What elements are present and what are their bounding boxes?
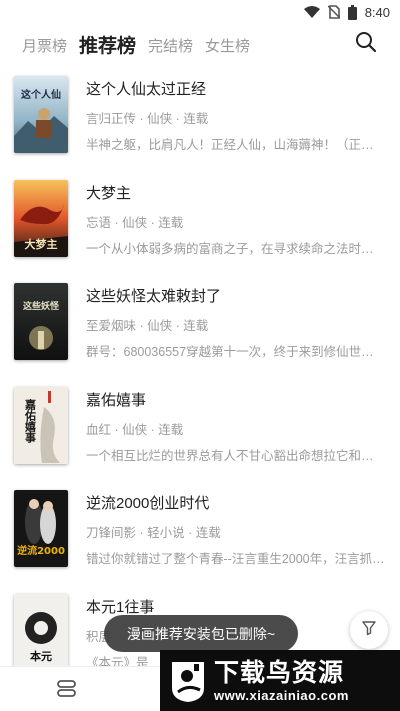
clock-time: 8:40 xyxy=(364,4,390,20)
book-list-item[interactable]: 大梦主 大梦主 忘语 · 仙侠 · 连载 一个从小体弱多病的富商之子，在寻求续命… xyxy=(0,168,400,272)
watermark-url: www.xiazainiao.com xyxy=(214,688,349,703)
book-cover: 这些妖怪 xyxy=(14,283,68,360)
book-meta: 血红 · 仙侠 · 连载 xyxy=(86,422,184,437)
watermark-bird-logo xyxy=(168,658,208,704)
book-meta: 言归正传 · 仙侠 · 连载 xyxy=(86,112,209,126)
tab-female[interactable]: 女生榜 xyxy=(205,35,250,64)
book-list-item[interactable]: 逆流2000 逆流2000创业时代 刀锋间影 · 轻小说 · 连载 错过你就错过… xyxy=(0,478,400,582)
book-meta: 忘语 · 仙侠 · 连载 xyxy=(86,215,184,230)
book-cover: 嘉佑嬉事 xyxy=(14,386,68,464)
watermark-banner: 下载鸟资源 www.xiazainiao.com xyxy=(160,650,400,711)
tab-monthly-ticket[interactable]: 月票榜 xyxy=(22,35,67,64)
book-title: 这个人仙太过正经 xyxy=(86,81,207,98)
svg-text:逆流2000: 逆流2000 xyxy=(17,544,65,557)
rank-tabs: 月票榜 推荐榜 完结榜 女生榜 xyxy=(0,24,400,64)
book-description: 群号：680036557穿越第十一次，终于来到修仙世界。开局 xyxy=(86,345,386,359)
book-list: 这个人仙 这个人仙太过正经 言归正传 · 仙侠 · 连载 半神之躯，比肩凡人！正… xyxy=(0,64,400,685)
book-cover: 逆流2000 xyxy=(14,490,68,567)
book-description: 错过你就错过了整个青春--汪言重生2000年，汪言抓了一把 xyxy=(86,552,386,566)
book-list-item[interactable]: 这个人仙 这个人仙太过正经 言归正传 · 仙侠 · 连载 半神之躯，比肩凡人！正… xyxy=(0,64,400,168)
book-list-item[interactable]: 嘉佑嬉事 嘉佑嬉事 血红 · 仙侠 · 连载 一个相互比烂的世界总有人不甘心豁出… xyxy=(0,375,400,479)
svg-text:这些妖怪: 这些妖怪 xyxy=(23,300,60,312)
tab-recommend[interactable]: 推荐榜 xyxy=(79,31,136,64)
filter-button[interactable] xyxy=(350,611,388,649)
svg-text:大梦主: 大梦主 xyxy=(25,237,58,251)
no-sim-icon xyxy=(327,5,340,19)
battery-icon xyxy=(347,4,357,20)
svg-text:这个人仙: 这个人仙 xyxy=(21,88,61,101)
book-description: 半神之躯，比肩凡人！正经人仙，山海薅神！（正经版简介： xyxy=(86,138,386,152)
book-title: 逆流2000创业时代 xyxy=(86,495,210,512)
book-meta: 刀锋间影 · 轻小说 · 连载 xyxy=(86,526,221,540)
status-bar: 8:40 xyxy=(0,0,400,24)
book-description: 一个相互比烂的世界总有人不甘心豁出命想拉它和他们一把 xyxy=(86,448,386,463)
book-title: 大梦主 xyxy=(86,184,132,202)
watermark-title: 下载鸟资源 xyxy=(214,659,345,687)
tab-finished[interactable]: 完结榜 xyxy=(148,35,193,64)
book-list-item[interactable]: 这些妖怪 这些妖怪太难敕封了 至爱烟味 · 仙侠 · 连载 群号：6800365… xyxy=(0,271,400,375)
filter-icon xyxy=(361,620,377,641)
svg-text:嘉佑嬉事: 嘉佑嬉事 xyxy=(24,397,38,443)
search-icon[interactable] xyxy=(354,30,378,54)
book-title: 这些妖怪太难敕封了 xyxy=(86,288,222,305)
svg-text:本元: 本元 xyxy=(30,649,52,663)
book-description: 一个从小体弱多病的富商之子，在寻求续命之法时，意外得到 xyxy=(86,241,386,256)
book-meta: 至爱烟味 · 仙侠 · 连载 xyxy=(86,319,209,333)
book-cover: 这个人仙 xyxy=(14,76,68,153)
wifi-icon xyxy=(303,5,320,19)
bookshelf-icon[interactable] xyxy=(56,679,78,704)
book-cover: 本元 xyxy=(14,593,68,671)
toast-message: 漫画推荐安装包已删除~ xyxy=(104,615,298,652)
book-cover: 大梦主 xyxy=(14,179,68,257)
book-title: 嘉佑嬉事 xyxy=(86,391,147,409)
